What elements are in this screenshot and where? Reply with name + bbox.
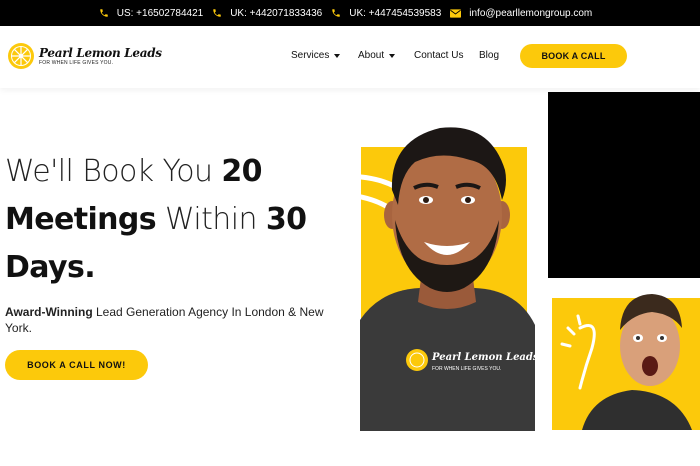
envelope-icon — [450, 8, 462, 18]
hero-headline: We'll Book You 20 Meetings Within 30 Day… — [5, 148, 345, 292]
phone-uk-2[interactable]: UK: +447454539583 — [331, 8, 441, 19]
logo-name: Pearl Lemon Leads — [39, 45, 162, 60]
subheading-bold: Award-Winning — [5, 305, 93, 319]
headline-meetings: Meetings — [5, 202, 157, 237]
nav-about-label: About — [358, 50, 385, 61]
headline-days: Days. — [5, 250, 96, 285]
phone-icon — [99, 9, 108, 17]
headline-text: We'll Book You — [5, 154, 222, 189]
brand-logo[interactable]: Pearl Lemon Leads FOR WHEN LIFE GIVES YO… — [7, 42, 162, 70]
founder-photo: Pearl Lemon Leads FOR WHEN LIFE GIVES YO… — [360, 127, 535, 431]
contact-topbar: US: +16502784421 UK: +442071833436 UK: +… — [0, 0, 700, 26]
headline-text: Within — [156, 202, 266, 237]
headline-line-3: Days. — [5, 244, 345, 292]
nav-contact-label: Contact Us — [414, 50, 464, 61]
headline-line-2: Meetings Within 30 — [5, 196, 345, 244]
shirt-logo-name: Pearl Lemon Leads — [431, 352, 535, 363]
book-a-call-now-button[interactable]: BOOK A CALL NOW! — [5, 350, 148, 380]
surprised-person-photo — [582, 294, 692, 430]
book-a-call-button[interactable]: BOOK A CALL — [520, 44, 627, 68]
main-navbar: Pearl Lemon Leads FOR WHEN LIFE GIVES YO… — [0, 26, 700, 88]
headline-number-20: 20 — [221, 154, 262, 189]
nav-about[interactable]: About — [358, 50, 396, 61]
lemon-logo-icon — [8, 43, 34, 69]
shirt-logo-tagline: FOR WHEN LIFE GIVES YOU. — [432, 366, 501, 372]
caret-down-icon — [389, 53, 396, 58]
phone-uk-1[interactable]: UK: +442071833436 — [212, 8, 322, 19]
email-label: info@pearllemongroup.com — [469, 7, 593, 19]
black-video-panel — [548, 92, 700, 278]
nav-services[interactable]: Services — [291, 50, 341, 61]
phone-uk-2-label: UK: +447454539583 — [349, 7, 442, 19]
logo-text: Pearl Lemon Leads FOR WHEN LIFE GIVES YO… — [39, 45, 162, 66]
nav-services-label: Services — [291, 50, 330, 61]
nav-blog-label: Blog — [479, 50, 500, 61]
nav-blog[interactable]: Blog — [479, 50, 499, 61]
phone-us[interactable]: US: +16502784421 — [99, 8, 203, 19]
caret-down-icon — [334, 53, 341, 58]
nav-contact[interactable]: Contact Us — [414, 50, 463, 61]
headline-line-1: We'll Book You 20 — [5, 148, 345, 196]
phone-us-label: US: +16502784421 — [116, 7, 204, 19]
email-link[interactable]: info@pearllemongroup.com — [450, 8, 592, 19]
headline-number-30: 30 — [265, 202, 307, 237]
phone-uk-1-label: UK: +442071833436 — [230, 7, 323, 19]
phone-icon — [332, 9, 340, 17]
hero-subheading: Award-Winning Lead Generation Agency In … — [5, 304, 340, 336]
phone-icon — [213, 9, 221, 17]
logo-tagline: FOR WHEN LIFE GIVES YOU. — [39, 59, 114, 66]
